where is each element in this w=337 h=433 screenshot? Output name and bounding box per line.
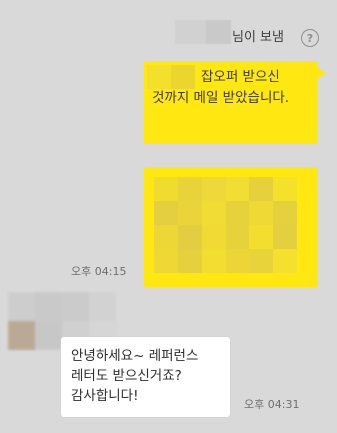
- message-timestamp: 오후 04:31: [244, 398, 300, 411]
- image-tile: [273, 249, 297, 273]
- image-tile: [177, 177, 202, 201]
- image-tile: [201, 249, 226, 273]
- image-tile: [249, 225, 274, 249]
- avatar-tile: [8, 321, 35, 350]
- avatar-tile: [35, 321, 62, 350]
- image-tile: [177, 225, 202, 249]
- image-tile: [154, 225, 178, 249]
- image-tile: [154, 201, 178, 225]
- image-tile: [225, 177, 250, 201]
- image-tile: [177, 249, 202, 273]
- image-tile: [273, 177, 297, 201]
- image-tile: [225, 249, 250, 273]
- image-tile: [225, 201, 250, 225]
- outgoing-message-bubble[interactable]: 잡오퍼 받으신 것까지 메일 받았습니다.: [144, 61, 326, 144]
- avatar-tile: [62, 292, 89, 321]
- message-text: 잡오퍼 받으신 것까지 메일 받았습니다.: [152, 69, 290, 106]
- incoming-message-bubble[interactable]: 안녕하세요~ 레퍼런스 레터도 받으신거죠? 감사합니다!: [61, 337, 230, 417]
- image-tile: [273, 201, 297, 225]
- avatar-tile: [89, 292, 116, 321]
- avatar-tile: [35, 292, 62, 321]
- image-tile: [249, 249, 274, 273]
- avatar-tile: [8, 292, 35, 321]
- image-tile: [201, 201, 226, 225]
- image-tile: [249, 177, 274, 201]
- image-tile: [225, 225, 250, 249]
- image-tile: [154, 177, 178, 201]
- sender-label: 님이 보냄: [232, 30, 284, 45]
- sender-name-redacted: [175, 20, 231, 44]
- image-tile: [201, 177, 226, 201]
- chat-canvas: 님이 보냄 ? 잡오퍼 받으신 것까지 메일 받았습니다. 오후 04:15 안…: [0, 0, 337, 433]
- image-tile: [154, 249, 178, 273]
- image-tile: [201, 225, 226, 249]
- message-text: 안녕하세요~ 레퍼런스 레터도 받으신거죠? 감사합니다!: [71, 348, 199, 404]
- outgoing-image-bubble[interactable]: [144, 167, 318, 287]
- message-timestamp: 오후 04:15: [71, 265, 127, 278]
- help-icon[interactable]: ?: [301, 29, 319, 47]
- image-tile: [177, 201, 202, 225]
- image-tile: [249, 201, 274, 225]
- bubble-tail: [317, 67, 326, 79]
- image-tile: [273, 225, 297, 249]
- pixelated-image[interactable]: [154, 177, 297, 273]
